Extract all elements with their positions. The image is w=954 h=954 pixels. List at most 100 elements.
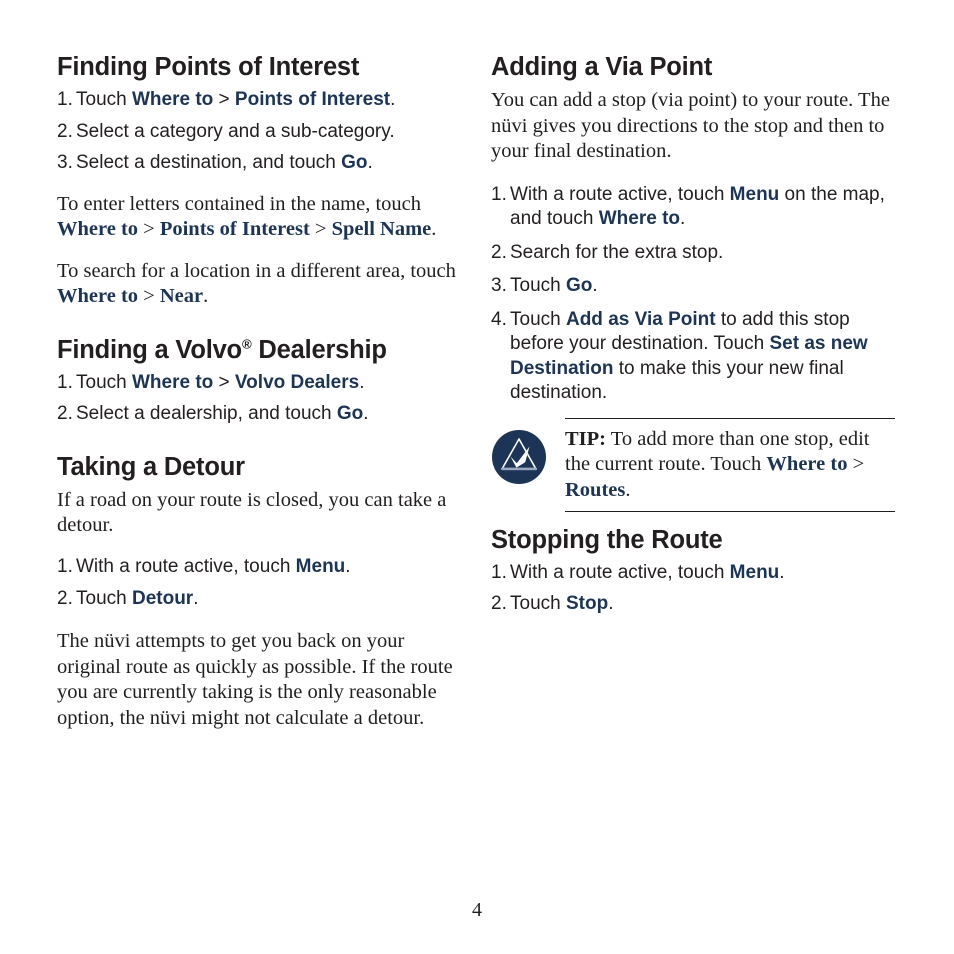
steps-finding-volvo-dealership: 1. Touch Where to > Volvo Dealers. 2. Sele… [57,371,461,427]
ui-term: Points of Interest [234,89,391,110]
ui-term: Spell Name [331,218,432,241]
step-text-end: . [390,89,396,110]
ui-term: Where to [131,89,214,110]
heading-finding-points-of-interest: Finding Points of Interest [57,53,360,81]
separator: > [138,218,160,241]
list-item: 4. Touch Add as Via Point to add this sto… [491,308,895,406]
step-text-end: . [608,593,614,615]
ui-term: Volvo Dealers [234,371,360,393]
ui-term: Go [336,403,364,425]
step-text: Select a destination, and touch [76,152,342,173]
step-text: With a route active, touch [510,561,730,583]
step-text-end: . [363,403,369,425]
step-number: 3. [491,275,507,297]
ui-term: Stop [565,593,609,615]
right-column: Adding a Via Point You can add a stop (v… [491,53,895,617]
ui-term: Near [159,285,204,308]
tip-triangle-check-icon [491,429,547,485]
step-number: 2. [57,587,73,609]
list-item: 2. Select a dealership, and touch Go. [57,402,461,427]
heading-adding-a-via-point: Adding a Via Point [491,53,713,81]
separator: > [138,285,160,308]
ui-term: Go [565,275,593,297]
paragraph-text: To enter letters contained in the name, … [57,192,422,215]
step-text: Touch [510,593,566,615]
step-number: 2. [57,403,73,425]
list-item: 1. With a route active, touch Menu on the… [491,183,895,232]
step-number: 2. [491,593,507,615]
heading-text: Finding a Volvo [57,335,242,364]
step-text: With a route active, touch [76,556,296,578]
heading-finding-volvo-dealership: Finding a Volvo® Dealership [57,336,461,365]
ui-term: Menu [295,556,346,578]
step-text-end: . [367,152,373,173]
list-item: 1. With a route active, touch Menu. [491,561,895,586]
step-text-end: . [359,371,365,393]
paragraph-detour-intro: If a road on your route is closed, you c… [57,488,447,537]
step-number: 1. [57,556,73,578]
tip-rule-bottom [565,510,895,512]
separator: > [309,218,332,241]
ui-term: Go [341,152,368,173]
step-text: Touch [510,275,566,297]
ui-term: Where to [131,371,214,393]
paragraph-via-point-intro: You can add a stop (via point) to your r… [491,89,890,163]
ui-term: Menu [729,561,780,583]
tip-label: TIP: [565,427,606,450]
ui-term: Where to [57,218,139,241]
step-text: With a route active, touch [510,183,730,205]
ui-term: Where to [57,285,139,308]
list-item: 3. Touch Go. [491,274,895,299]
step-text-end: . [592,275,598,297]
step-text: Touch [510,308,566,330]
paragraph-near: To search for a location in a different … [57,259,461,310]
list-item: 1. Touch Where to > Points of Interest. [57,88,461,113]
step-text: Select a category and a sub-category. [76,120,395,142]
paragraph-text-end: . [203,285,209,308]
step-text: Touch [76,371,132,393]
ui-term: Add as Via Point [565,308,716,330]
step-number: 2. [57,120,73,142]
list-item: 2. Search for the extra stop. [491,241,895,266]
step-text: Touch [76,587,132,609]
step-number: 1. [491,183,507,205]
steps-finding-points-of-interest: 1. Touch Where to > Points of Interest. 2… [57,88,461,176]
step-text-end: . [345,556,351,578]
separator: > [213,89,235,110]
steps-adding-a-via-point: 1. With a route active, touch Menu on the… [491,183,895,406]
steps-stopping-the-route: 1. With a route active, touch Menu. 2. Tou… [491,561,895,617]
ui-term: Menu [729,183,780,205]
step-text-end: . [680,208,686,230]
step-number: 2. [491,241,507,263]
ui-term: Routes [565,478,626,501]
step-number: 4. [491,308,507,330]
manual-page: Finding Points of Interest 1. Touch Where… [0,0,954,954]
step-number: 3. [57,152,73,173]
paragraph-spell-name: To enter letters contained in the name, … [57,192,461,243]
list-item: 1. Touch Where to > Volvo Dealers. [57,371,461,396]
step-number: 1. [57,89,73,110]
list-item: 2. Touch Stop. [491,592,895,617]
steps-taking-a-detour: 1. With a route active, touch Menu. 2. Tou… [57,555,461,611]
heading-text-end: Dealership [251,335,387,364]
step-text-end: . [779,561,785,583]
separator: > [847,453,865,476]
heading-stopping-the-route: Stopping the Route [491,525,723,554]
list-item: 3. Select a destination, and touch Go. [57,151,461,176]
tip-text: TIP: To add more than one stop, edit the… [565,427,895,504]
separator: > [213,371,235,393]
tip-callout: TIP: To add more than one stop, edit the… [491,417,895,512]
page-number: 4 [472,899,482,921]
registered-trademark-icon: ® [241,336,252,352]
heading-taking-a-detour: Taking a Detour [57,452,245,481]
ui-term: Where to [598,208,681,230]
list-item: 2. Touch Detour. [57,587,461,612]
left-column: Finding Points of Interest 1. Touch Where… [57,53,461,731]
list-item: 2. Select a category and a sub-category. [57,120,461,145]
ui-term: Where to [766,453,848,476]
step-number: 1. [491,561,507,583]
ui-term: Points of Interest [159,218,310,241]
step-text-end: . [193,587,199,609]
step-text: Search for the extra stop. [510,241,724,263]
paragraph-text-end: . [431,218,437,241]
